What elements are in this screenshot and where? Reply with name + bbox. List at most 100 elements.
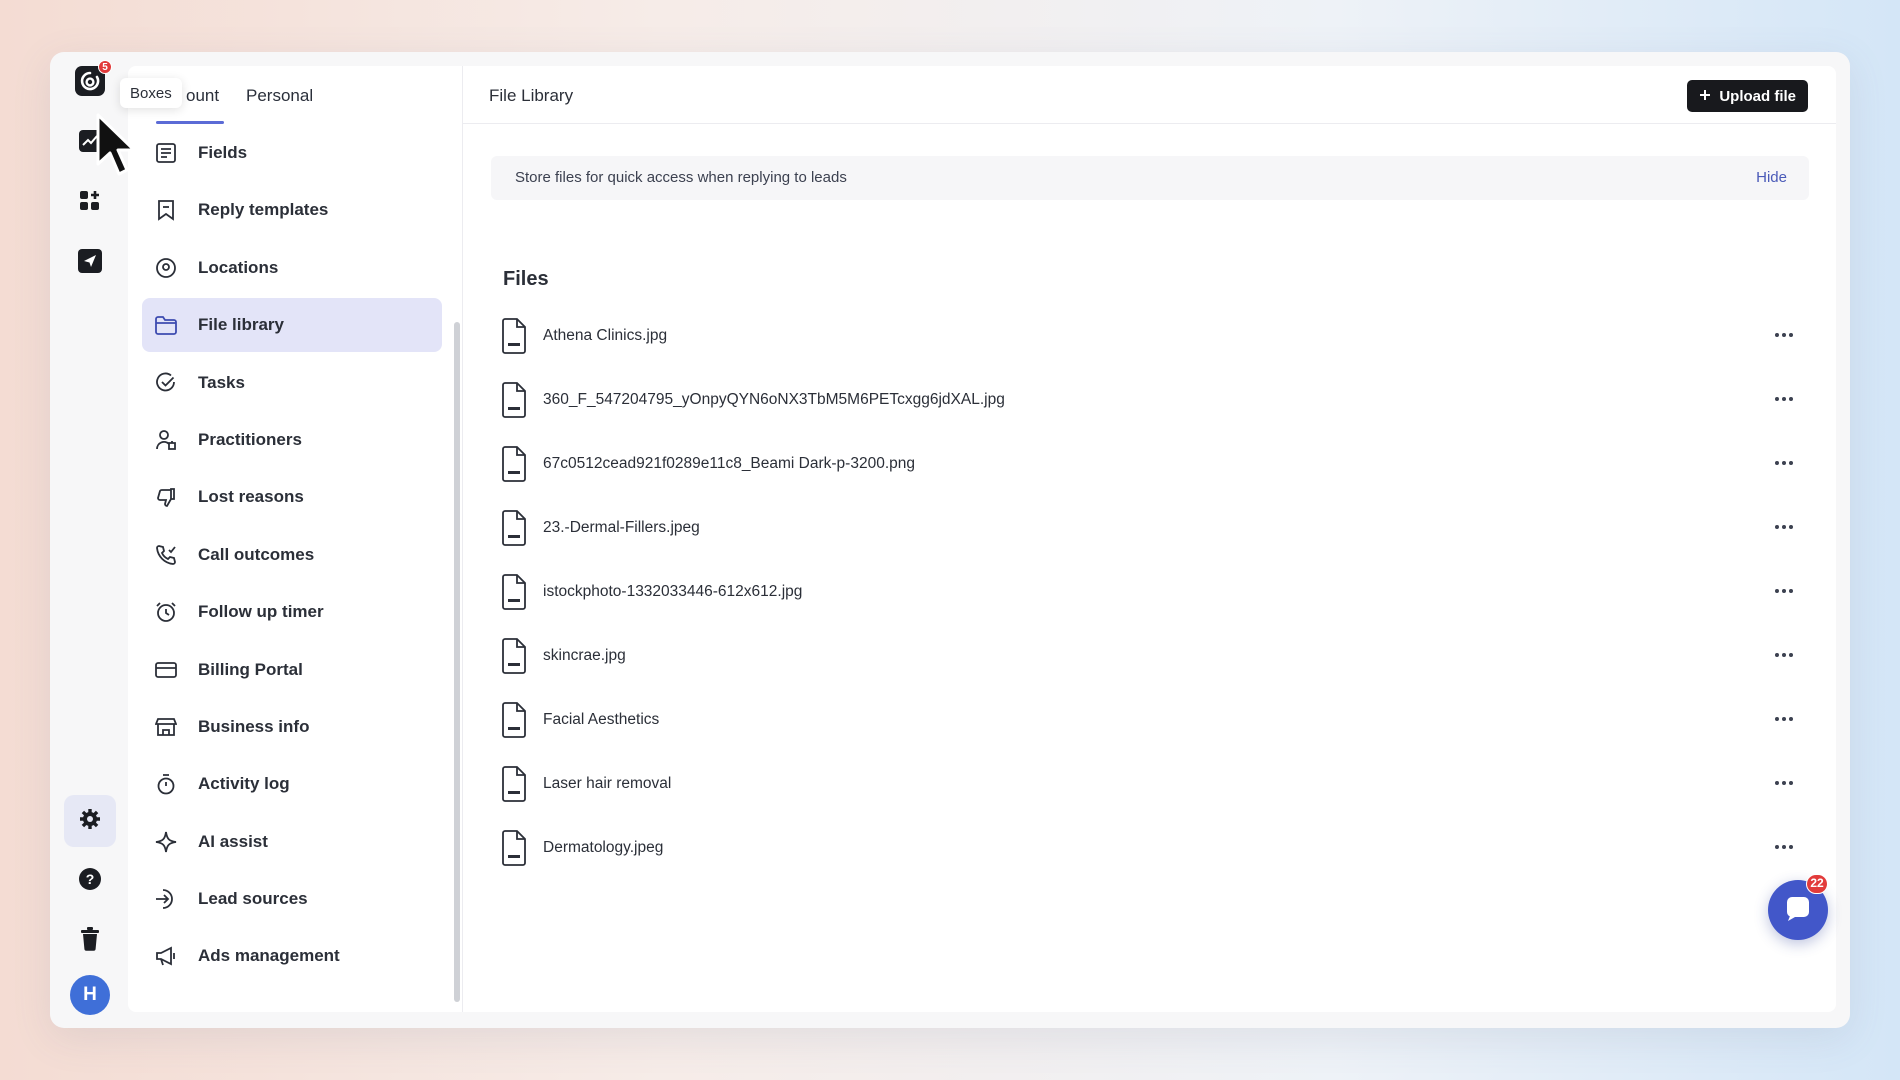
file-row[interactable]: skincrae.jpg xyxy=(499,624,1809,688)
nav-item-label: Fields xyxy=(198,143,248,162)
file-name: Dermatology.jpeg xyxy=(543,839,664,856)
main-header: File Library Upload file xyxy=(463,66,1836,124)
location-pin-icon xyxy=(154,256,178,280)
nav-item-business-info[interactable]: Business info xyxy=(142,700,442,754)
chat-unread-badge: 22 xyxy=(1806,874,1828,894)
more-options-icon[interactable] xyxy=(1769,834,1799,860)
nav-item-label: Follow up timer xyxy=(198,602,324,622)
store-icon xyxy=(154,715,178,739)
nav-item-ads-management[interactable]: Ads management xyxy=(142,929,442,983)
nav-item-label: Billing Portal xyxy=(198,659,303,679)
file-icon xyxy=(499,700,529,740)
check-circle-icon xyxy=(154,371,178,395)
file-icon xyxy=(499,508,529,548)
icon-rail: 5 ? H xyxy=(50,52,128,1028)
nav-item-locations[interactable]: Locations xyxy=(142,241,442,295)
person-icon xyxy=(154,428,178,452)
file-row[interactable]: 67c0512cead921f0289e11c8_Beami Dark-p-32… xyxy=(499,432,1809,496)
tab-personal[interactable]: Personal xyxy=(246,86,313,106)
credit-card-icon xyxy=(154,658,178,682)
settings-nav: Fields Reply templates Locations File li… xyxy=(142,126,442,987)
nav-item-label: File library xyxy=(198,315,284,335)
more-options-icon[interactable] xyxy=(1769,642,1799,668)
nav-item-practitioners[interactable]: Practitioners xyxy=(142,413,442,467)
page-title: File Library xyxy=(489,86,574,105)
file-row[interactable]: istockphoto-1332033446-612x612.jpg xyxy=(499,560,1809,624)
file-icon xyxy=(499,316,529,356)
nav-item-file-library[interactable]: File library xyxy=(142,298,442,353)
nav-item-follow-up-timer[interactable]: Follow up timer xyxy=(142,585,442,639)
megaphone-icon xyxy=(154,944,178,968)
info-banner: Store files for quick access when replyi… xyxy=(491,156,1809,200)
file-row[interactable]: 360_F_547204795_yOnpyQYN6oNX3TbM5M6PETcx… xyxy=(499,368,1809,432)
more-options-icon[interactable] xyxy=(1769,706,1799,732)
content-panel: ount Personal Fields Reply templates Loc… xyxy=(128,66,1836,1012)
nav-item-billing-portal[interactable]: Billing Portal xyxy=(142,643,442,697)
nav-item-call-outcomes[interactable]: Call outcomes xyxy=(142,528,442,582)
nav-item-lost-reasons[interactable]: Lost reasons xyxy=(142,470,442,524)
alarm-icon xyxy=(154,600,178,624)
file-icon xyxy=(499,764,529,804)
files-heading: Files xyxy=(503,268,549,290)
send-icon xyxy=(77,248,103,279)
nav-item-label: Ads management xyxy=(198,946,340,966)
file-row[interactable]: 23.-Dermal-Fillers.jpeg xyxy=(499,496,1809,560)
nav-item-label: AI assist xyxy=(198,831,268,851)
more-options-icon[interactable] xyxy=(1769,322,1799,348)
svg-text:?: ? xyxy=(86,871,95,887)
more-options-icon[interactable] xyxy=(1769,450,1799,476)
trash-button[interactable] xyxy=(64,915,116,967)
logo-button[interactable]: 5 xyxy=(64,57,116,109)
list-icon xyxy=(154,141,178,165)
more-options-icon[interactable] xyxy=(1769,578,1799,604)
avatar: H xyxy=(70,975,110,1015)
file-name: 67c0512cead921f0289e11c8_Beami Dark-p-32… xyxy=(543,455,915,472)
nav-item-label: Activity log xyxy=(198,774,290,794)
file-row[interactable]: Athena Clinics.jpg xyxy=(499,304,1809,368)
file-name: istockphoto-1332033446-612x612.jpg xyxy=(543,583,803,600)
nav-item-label: Business info xyxy=(198,716,310,736)
thumbs-down-icon xyxy=(154,485,178,509)
file-name: Athena Clinics.jpg xyxy=(543,327,668,344)
sparkle-icon xyxy=(154,830,178,854)
file-row[interactable]: Laser hair removal xyxy=(499,752,1809,816)
send-button[interactable] xyxy=(64,237,116,289)
hide-link[interactable]: Hide xyxy=(1756,169,1787,186)
file-row[interactable]: Facial Aesthetics xyxy=(499,688,1809,752)
file-icon xyxy=(499,572,529,612)
chat-launcher-button[interactable]: 22 xyxy=(1768,874,1828,940)
tab-account[interactable]: ount xyxy=(186,86,219,106)
stopwatch-icon xyxy=(154,772,178,796)
nav-item-activity-log[interactable]: Activity log xyxy=(142,757,442,811)
settings-button[interactable] xyxy=(64,795,116,847)
file-name: Laser hair removal xyxy=(543,775,672,792)
settings-icon xyxy=(78,807,102,836)
apps-button[interactable] xyxy=(64,177,116,229)
more-options-icon[interactable] xyxy=(1769,386,1799,412)
file-list: Athena Clinics.jpg 360_F_547204795_yOnpy… xyxy=(499,304,1809,880)
arrow-in-icon xyxy=(154,887,178,911)
nav-item-label: Tasks xyxy=(198,372,245,392)
plus-icon xyxy=(1699,88,1711,105)
avatar-button[interactable]: H xyxy=(64,969,116,1021)
nav-item-fields[interactable]: Fields xyxy=(142,126,442,180)
info-banner-text: Store files for quick access when replyi… xyxy=(515,169,847,186)
nav-item-label: Reply templates xyxy=(198,200,329,220)
more-options-icon[interactable] xyxy=(1769,514,1799,540)
phone-icon xyxy=(154,543,178,567)
help-button[interactable]: ? xyxy=(64,855,116,907)
nav-item-reply-templates[interactable]: Reply templates xyxy=(142,183,442,237)
file-name: 360_F_547204795_yOnpyQYN6oNX3TbM5M6PETcx… xyxy=(543,391,1005,408)
file-icon xyxy=(499,380,529,420)
file-name: Facial Aesthetics xyxy=(543,711,660,728)
file-name: skincrae.jpg xyxy=(543,647,626,664)
sidebar-scrollbar[interactable] xyxy=(454,322,460,1002)
file-row[interactable]: Dermatology.jpeg xyxy=(499,816,1809,880)
nav-item-ai-assist[interactable]: AI assist xyxy=(142,815,442,869)
bookmark-icon xyxy=(154,198,178,222)
upload-file-button[interactable]: Upload file xyxy=(1687,80,1808,112)
nav-item-label: Locations xyxy=(198,257,279,277)
nav-item-lead-sources[interactable]: Lead sources xyxy=(142,872,442,926)
more-options-icon[interactable] xyxy=(1769,770,1799,796)
nav-item-tasks[interactable]: Tasks xyxy=(142,356,442,410)
